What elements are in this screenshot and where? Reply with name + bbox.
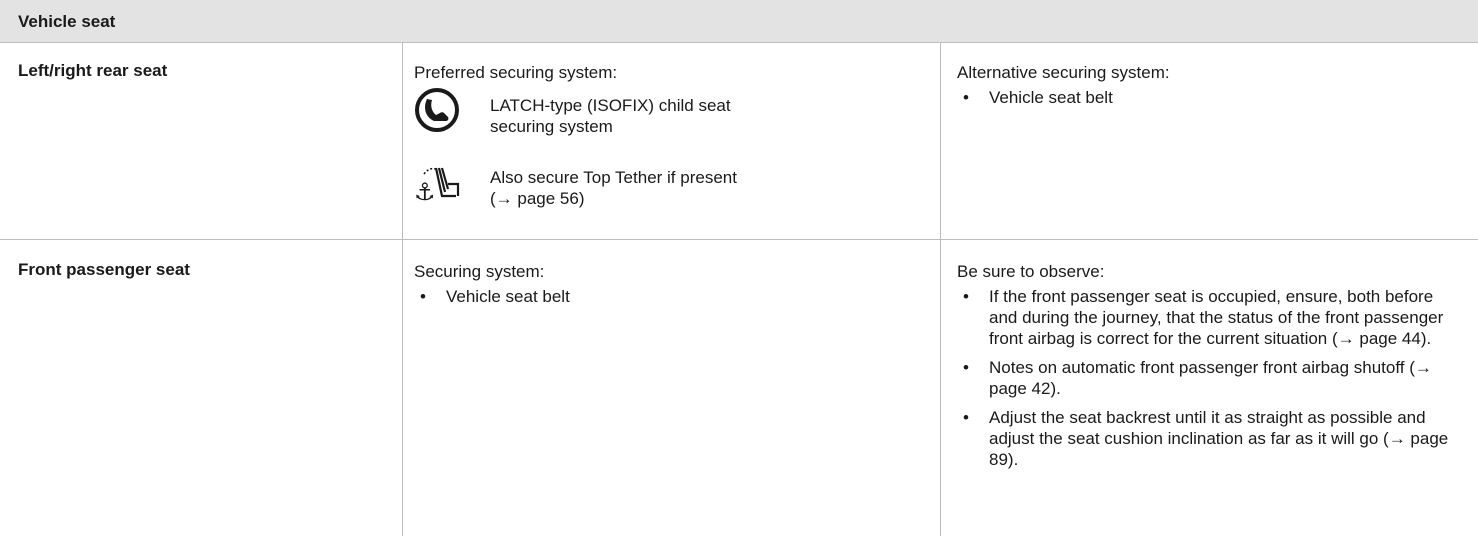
list-item: • Vehicle seat belt bbox=[420, 287, 570, 306]
top-tether-anchor-icon: ⚓ bbox=[414, 160, 462, 208]
lead-text: Be sure to observe: bbox=[957, 262, 1105, 281]
table-row: Left/right rear seat Preferred securing … bbox=[0, 43, 1478, 240]
list-item: • Adjust the seat backrest until it as st… bbox=[963, 408, 1449, 469]
icon-item-text: LATCH-type (ISOFIX) child seat securing … bbox=[490, 96, 731, 136]
lead-text: Preferred securing system: bbox=[414, 63, 618, 82]
bullet-list: • Vehicle seat belt bbox=[957, 87, 1457, 116]
middle-cell: Preferred securing system: LATCH-type (I… bbox=[414, 43, 934, 240]
list-item: • Notes on automatic front passenger fron… bbox=[963, 358, 1432, 398]
svg-text:⚓: ⚓ bbox=[414, 178, 436, 206]
lead-text: Alternative securing system: bbox=[957, 63, 1170, 82]
top-tether-text: Also secure Top Tether if present bbox=[490, 168, 737, 187]
child-seat-table: Vehicle seat Left/right rear seat Prefer… bbox=[0, 0, 1478, 536]
bullet-list: • Vehicle seat belt bbox=[414, 286, 914, 315]
table-row: Front passenger seat Securing system: • V… bbox=[0, 240, 1478, 536]
middle-cell: Securing system: • Vehicle seat belt bbox=[414, 240, 934, 536]
icon-item-text: Also secure Top Tether if present (→ pag… bbox=[490, 167, 890, 209]
list-item: • If the front passenger seat is occupied… bbox=[963, 287, 1444, 348]
list-item: • Vehicle seat belt bbox=[963, 88, 1113, 107]
lead-text: Securing system: bbox=[414, 262, 545, 281]
right-cell: Be sure to observe: • If the front passen… bbox=[957, 240, 1467, 536]
page-reference: (→ page 56) bbox=[490, 189, 585, 208]
bullet-list: • If the front passenger seat is occupied… bbox=[957, 286, 1449, 478]
right-cell: Alternative securing system: • Vehicle se… bbox=[957, 43, 1467, 240]
header-title: Vehicle seat bbox=[18, 12, 116, 31]
isofix-child-seat-icon bbox=[414, 87, 462, 135]
table-header: Vehicle seat bbox=[0, 0, 1478, 43]
row-label: Front passenger seat bbox=[18, 260, 190, 279]
row-label: Left/right rear seat bbox=[18, 61, 168, 80]
